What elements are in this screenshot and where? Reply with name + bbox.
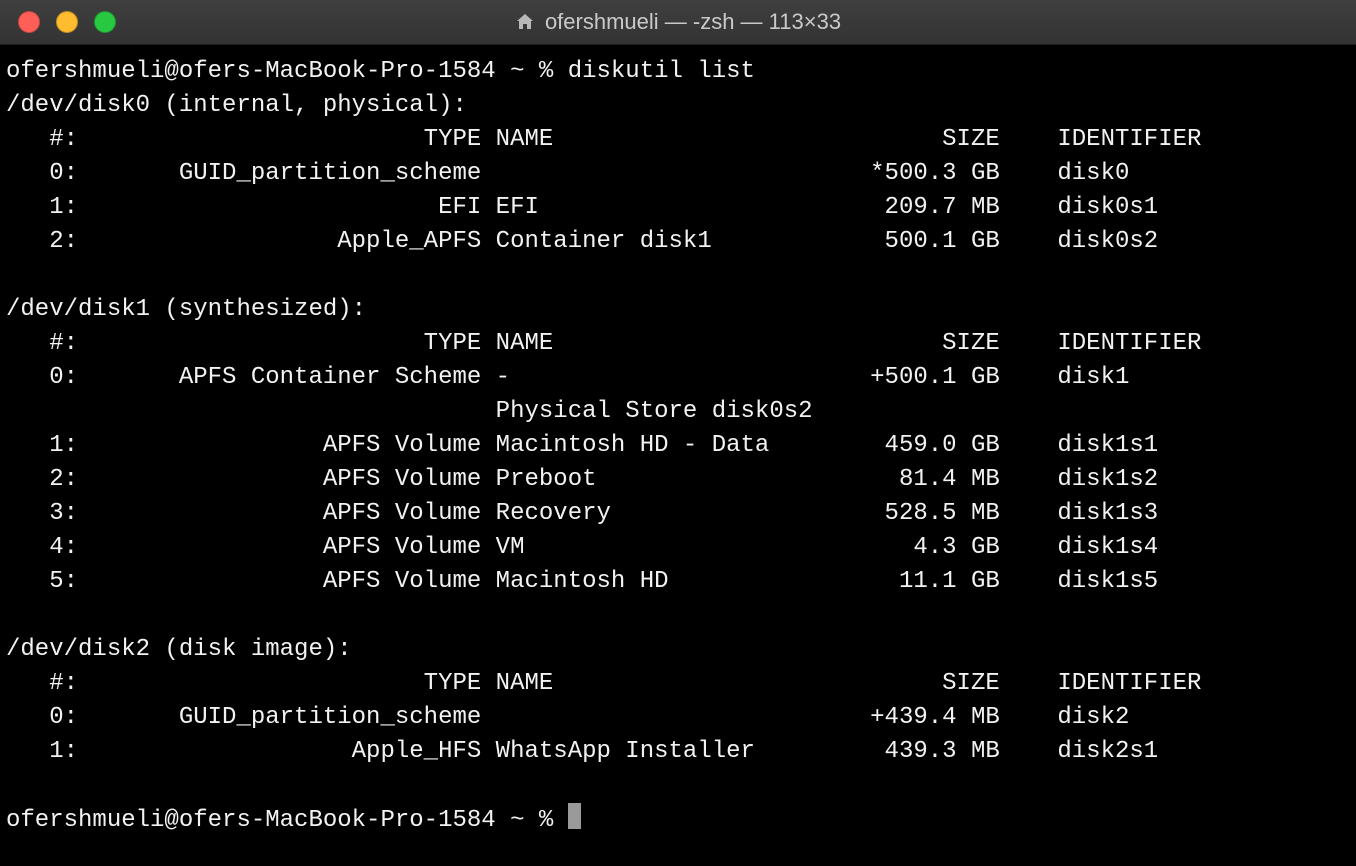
close-button[interactable]	[18, 11, 40, 33]
traffic-lights	[0, 11, 116, 33]
window-title-text: ofershmueli — -zsh — 113×33	[545, 9, 841, 35]
minimize-button[interactable]	[56, 11, 78, 33]
window-title: ofershmueli — -zsh — 113×33	[0, 9, 1356, 35]
cursor	[568, 803, 581, 829]
titlebar[interactable]: ofershmueli — -zsh — 113×33	[0, 0, 1356, 45]
zoom-button[interactable]	[94, 11, 116, 33]
shell-prompt: ofershmueli@ofers-MacBook-Pro-1584 ~ %	[6, 807, 568, 834]
terminal-output[interactable]: ofershmueli@ofers-MacBook-Pro-1584 ~ % d…	[0, 45, 1356, 866]
terminal-window: ofershmueli — -zsh — 113×33 ofershmueli@…	[0, 0, 1356, 866]
home-icon	[515, 12, 535, 32]
